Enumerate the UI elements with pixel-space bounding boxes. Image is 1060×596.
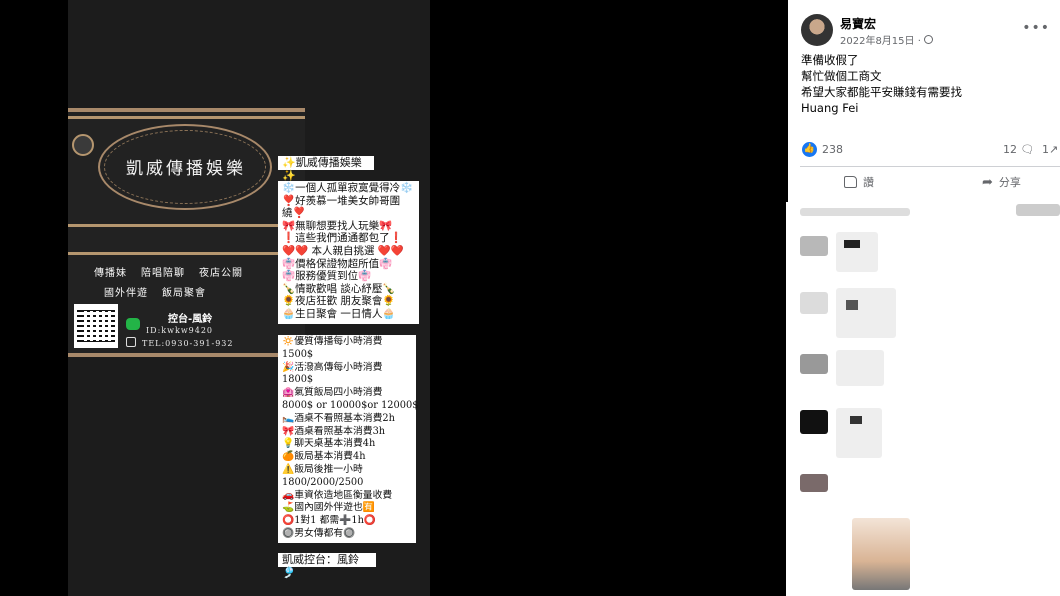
blurred-avatar [800,236,828,256]
intro-line: ❣️好羨慕一堆美女帥哥圍 [282,194,401,207]
comments-section [786,202,1060,596]
price-line: 🚗車資依造地區衡量收費 [282,489,393,501]
like-button[interactable]: 讚 [844,174,874,190]
share-button[interactable]: ➦ 分享 [982,174,1021,190]
share-count[interactable]: 1↗ [1042,143,1058,156]
wechat-icon [126,318,140,330]
blurred-sort [1016,204,1060,216]
blurred-comment-header [800,208,910,216]
intro-line: 🎀無聊想要找人玩樂🎀 [282,219,393,232]
post-line: Huang Fei [801,101,859,115]
ad-image: 凱威傳播娛樂 傳播妹 陪唱陪聊 夜店公關 國外伴遊 飯局聚會 控台-風鈴 ID:kwk… [68,0,430,596]
brand-logo [72,134,94,156]
service-tags-2: 國外伴遊 飯局聚會 [104,288,206,299]
blurred-image [852,518,910,590]
intro-line: 👘價格保證物超所值👘 [282,257,393,270]
blurred-avatar [800,354,828,374]
price-line: 🍊飯局基本消費4h [282,451,366,463]
price-line: 🛌酒桌不看照基本消費2h [282,412,395,424]
name-card: ✨凱威傳播娛樂✨ [278,156,374,182]
blurred-avatar [800,474,828,492]
price-line: 8000$ or 10000$or 12000$ [282,399,419,411]
price-line: ⛳國內國外伴遊也🈶 [282,502,375,514]
intro-line: ❗這些我們通通都包了❗ [282,232,403,245]
blurred-avatar [800,292,828,314]
blurred-comment [836,232,878,272]
price-line: ⚠️飯局後推一小時 [282,463,363,475]
price-line: 🎀酒桌看照基本消費3h [282,425,386,437]
brand-title: 凱威傳播娛樂 [126,159,246,179]
wechat-id: ID:kwkw9420 [146,326,214,335]
like-icon[interactable]: 👍 [802,142,817,157]
price-card: 🔅優質傳播每小時消費 1500$ 🎉活潑高傳每小時消費 1800$ 🏩氣質飯局四… [278,335,419,543]
blurred-comment [836,350,884,386]
intro-line: 👘服務優質到位👘 [282,270,372,283]
post-line: 準備收假了 [801,53,859,67]
intro-line: ❤️❤️ 本人親自挑選 ❤️❤️ [282,244,404,257]
facebook-post: 易寶宏 2022年8月15日 · ••• 準備收假了 幫忙做個工商文 希望大家都… [788,0,1060,202]
brand-banner: 凱威傳播娛樂 傳播妹 陪唱陪聊 夜店公關 國外伴遊 飯局聚會 控台-風鈴 ID:kwk… [68,108,305,357]
price-line: 💡聊天桌基本消費4h [282,438,376,450]
price-line: ⭕1對1 都需➕1h⭕ [282,515,377,527]
service-tags: 傳播妹 陪唱陪聊 夜店公關 [94,268,243,279]
author-avatar[interactable] [801,14,833,46]
comment-count[interactable]: 12 🗨 [1003,143,1034,156]
price-line: 1800/2000/2500 [282,476,364,488]
price-line: 🎉活潑高傳每小時消費 [282,361,383,373]
console-card: 凱威控台：風鈴🎐 [278,553,376,579]
console-label: 控台-風鈴 [168,314,213,325]
more-icon[interactable]: ••• [1022,20,1050,36]
phone-number: TEL:0930-391-932 [142,339,234,348]
blurred-avatar [800,410,828,434]
author-name[interactable]: 易寶宏 [840,15,876,32]
intro-card: ❄️一個人孤單寂寞覺得冷❄️ ❣️好羨慕一堆美女帥哥圍 繞❣️ 🎀無聊想要找人玩… [278,181,419,324]
intro-line: 🍾情歌歡唱 談心紓壓🍾 [282,282,396,295]
photo-viewer: { "photo": { "brand_title": "凱威傳播娛樂", "s… [0,0,1060,596]
share-icon: ↗ [1049,143,1059,156]
post-meta: 2022年8月15日 · [840,32,933,47]
comment-icon: 🗨 [1020,143,1035,156]
thumb-icon [844,176,857,188]
price-line: 1500$ [282,348,314,360]
price-line: 🔘男女傳都有🔘 [282,527,356,539]
post-line: 幫忙做個工商文 [801,69,882,83]
intro-line: ❄️一個人孤單寂寞覺得冷❄️ [282,182,414,194]
post-line: 希望大家都能平安賺錢有需要找 [801,85,962,99]
price-line: 🏩氣質飯局四小時消費 [282,387,383,399]
price-line: 🔅優質傳播每小時消費 [282,336,383,347]
post-date[interactable]: 2022年8月15日 · [840,32,921,47]
share-arrow-icon: ➦ [982,174,993,190]
divider [800,166,1060,167]
price-line: 1800$ [282,374,314,386]
intro-line: 繞❣️ [282,207,306,220]
intro-line: 🧁生日聚會 一日情人🧁 [282,307,396,320]
intro-line: 🌻夜店狂歡 朋友聚會🌻 [282,295,396,308]
post-body: 準備收假了 幫忙做個工商文 希望大家都能平安賺錢有需要找 Huang Fei [801,52,962,116]
globe-icon [923,35,933,44]
blurred-comment [836,288,896,338]
qr-code [74,304,118,348]
phone-icon [126,337,136,347]
like-count[interactable]: 238 [822,143,843,156]
